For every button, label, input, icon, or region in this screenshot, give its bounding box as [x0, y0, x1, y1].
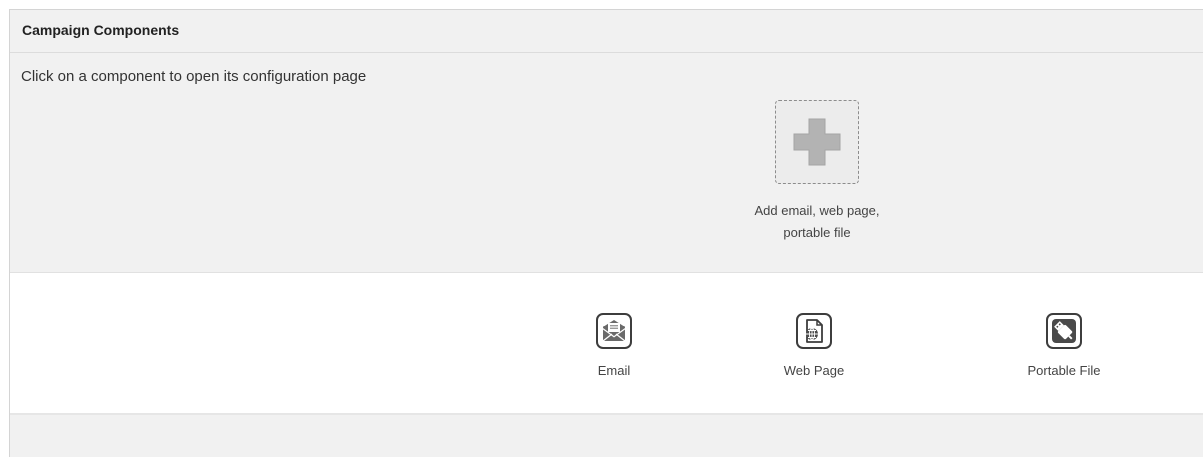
portable-file-option[interactable]: Portable File [994, 313, 1134, 378]
component-options-drawer: Email Web Page Portable File [10, 272, 1203, 415]
add-component-button[interactable] [775, 100, 859, 184]
email-option[interactable]: Email [544, 313, 684, 378]
web-page-option-label: Web Page [783, 363, 845, 378]
usb-drive-icon [1046, 313, 1082, 349]
add-component-label: Add email, web page, portable file [754, 203, 880, 240]
email-icon [596, 313, 632, 349]
panel-title: Campaign Components [10, 10, 1203, 53]
web-page-option[interactable]: Web Page [744, 313, 884, 378]
plus-icon [793, 118, 841, 166]
email-option-label: Email [597, 363, 631, 378]
instruction-text: Click on a component to open its configu… [21, 68, 367, 85]
portable-file-option-label: Portable File [1027, 363, 1101, 378]
campaign-components-panel: Campaign Components Click on a component… [9, 9, 1203, 457]
web-page-icon [796, 313, 832, 349]
